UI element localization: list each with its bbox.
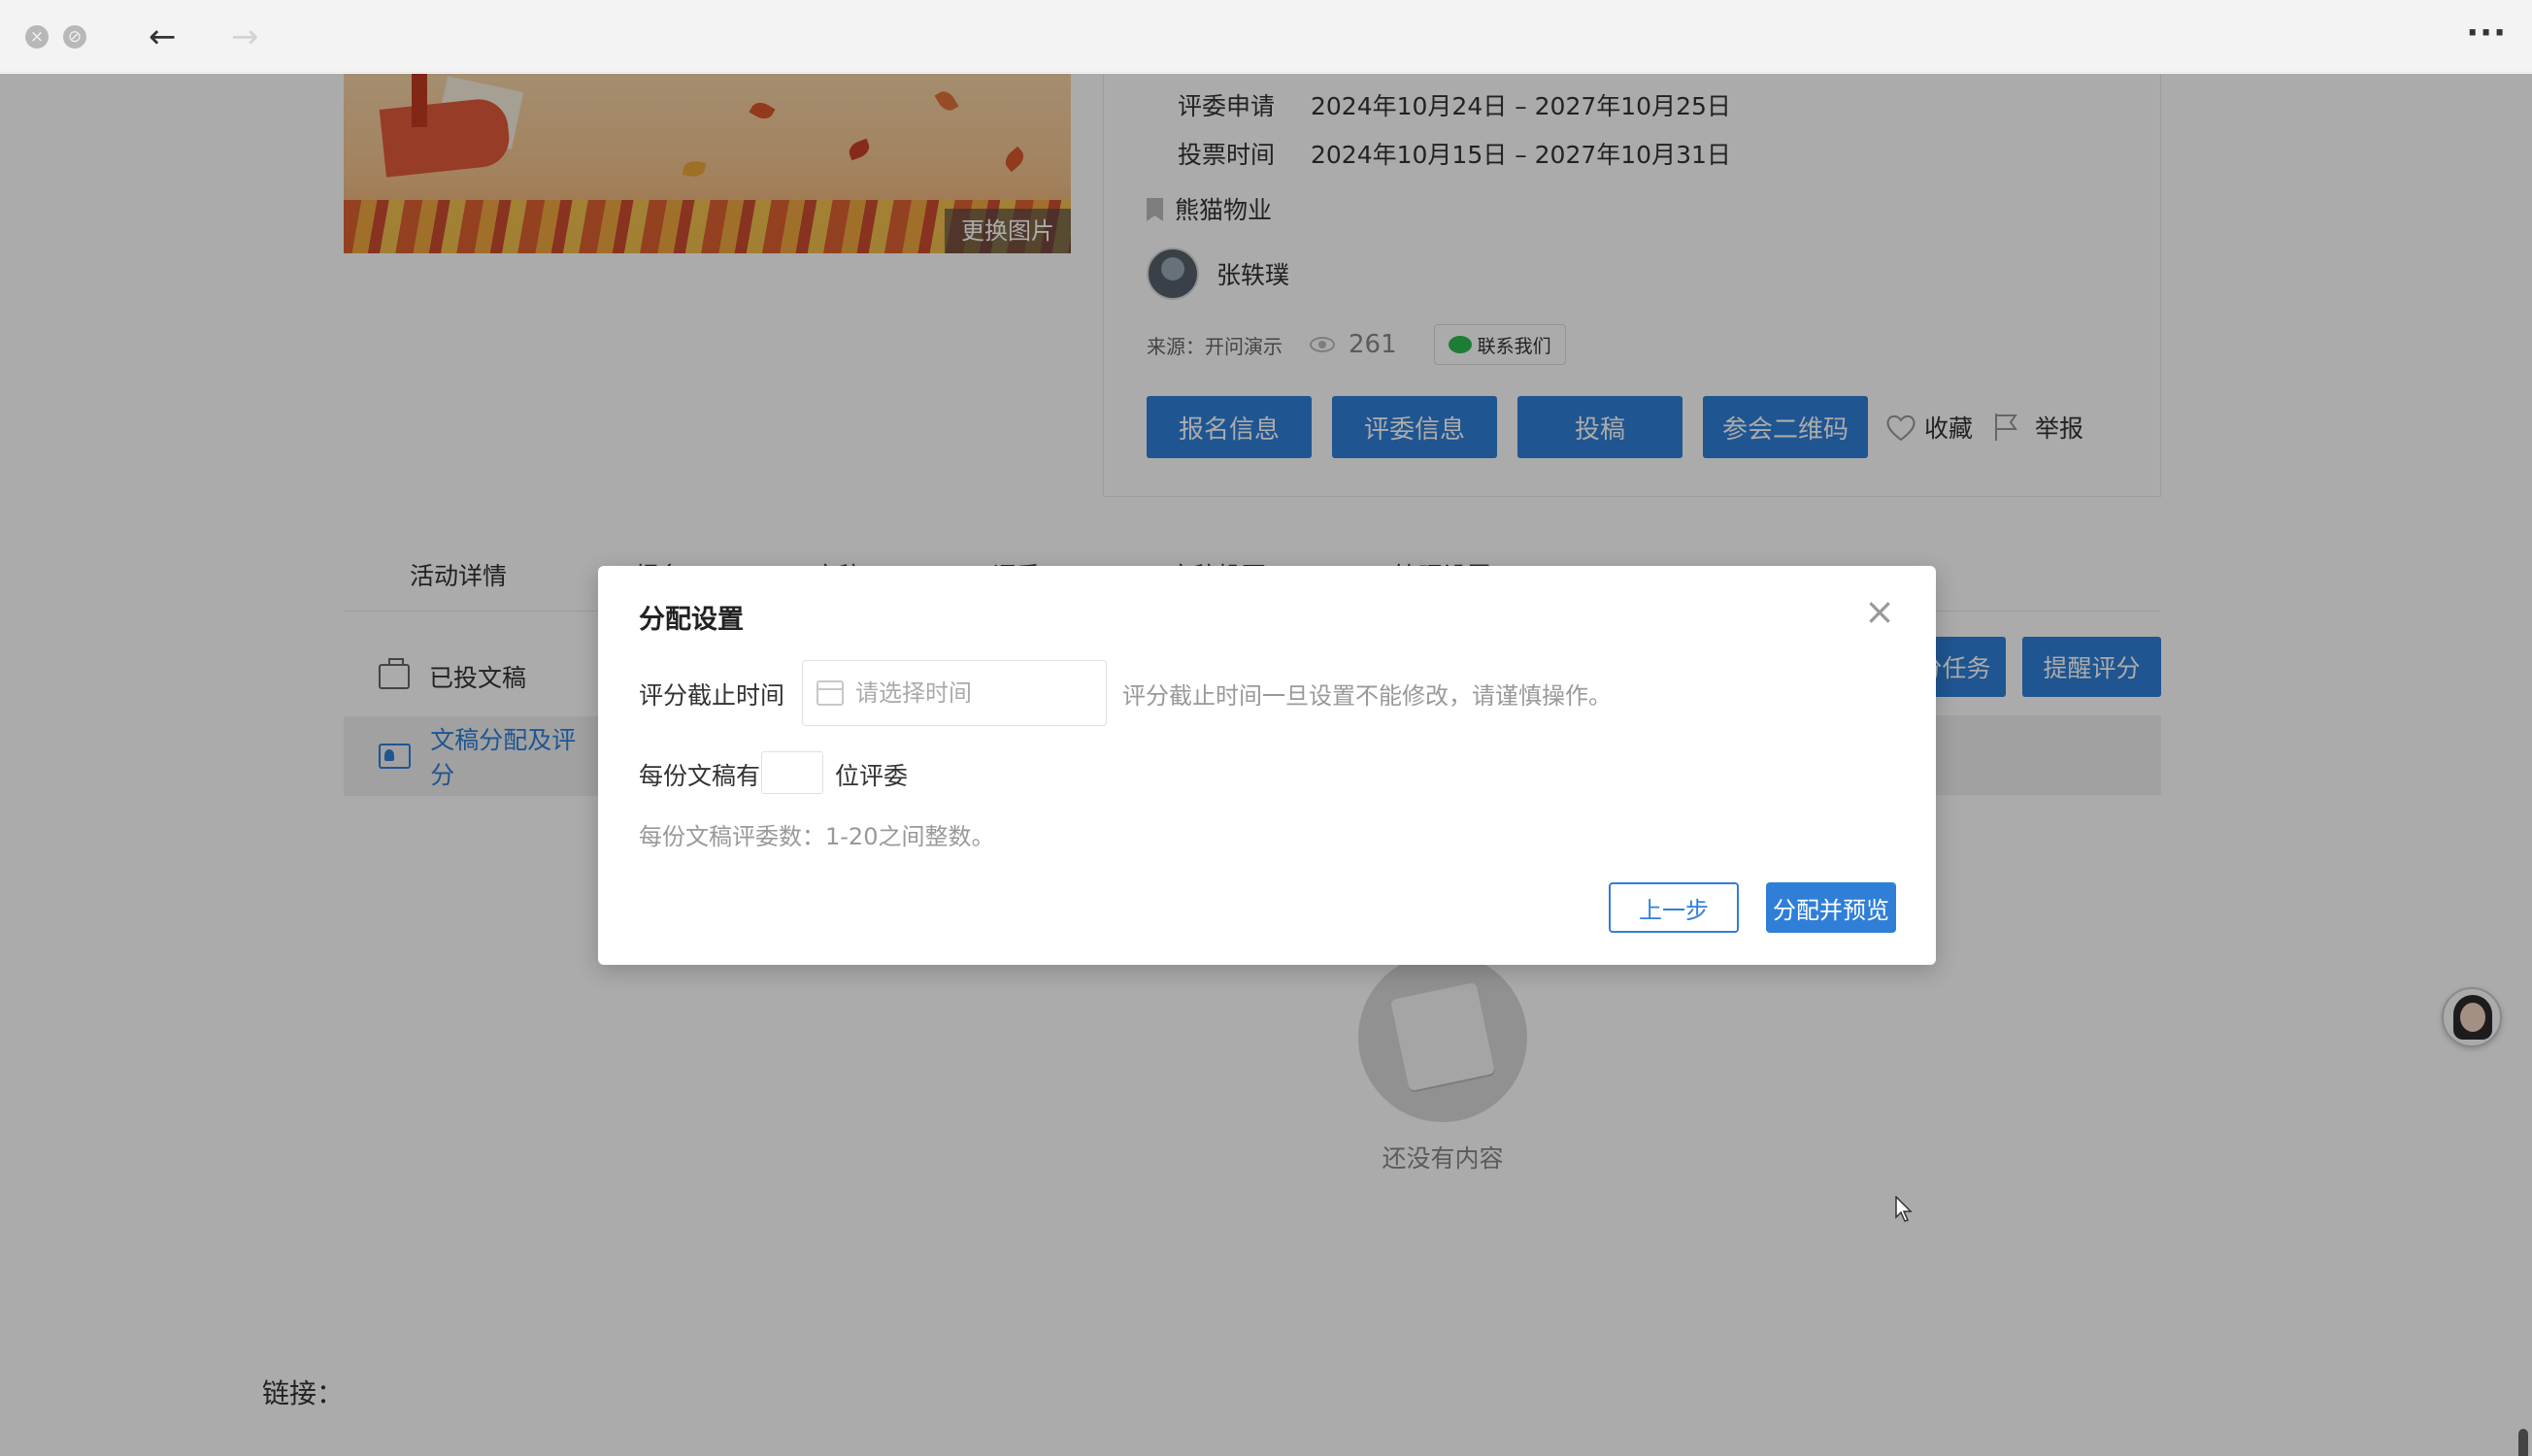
deadline-input[interactable] — [855, 679, 1098, 707]
judges-per-document-input[interactable] — [761, 751, 823, 794]
assign-preview-button[interactable]: 分配并预览 — [1766, 882, 1896, 933]
dialog-title: 分配设置 — [639, 605, 744, 635]
calendar-icon — [816, 680, 844, 706]
per-doc-prefix: 每份文稿有 — [639, 762, 761, 790]
mouse-cursor-icon — [1895, 1196, 1913, 1222]
window-close-icon[interactable]: × — [25, 25, 49, 49]
window-minimize-icon[interactable]: ⊘ — [63, 25, 86, 49]
allocation-settings-dialog: 分配设置 × 评分截止时间 评分截止时间一旦设置不能修改，请谨慎操作。 每份文稿… — [598, 566, 1936, 965]
deadline-label: 评分截止时间 — [639, 681, 785, 710]
close-icon[interactable]: × — [1864, 593, 1895, 630]
judge-count-hint: 每份文稿评委数：1-20之间整数。 — [639, 823, 995, 850]
deadline-hint: 评分截止时间一旦设置不能修改，请谨慎操作。 — [1122, 682, 1612, 710]
title-bar: × ⊘ ← → ··· — [0, 0, 2532, 73]
more-options-icon[interactable]: ··· — [2466, 14, 2507, 52]
deadline-date-picker[interactable] — [802, 660, 1107, 726]
previous-step-button[interactable]: 上一步 — [1609, 882, 1739, 933]
forward-arrow-icon[interactable]: → — [231, 17, 259, 56]
per-doc-suffix: 位评委 — [835, 762, 909, 790]
back-arrow-icon[interactable]: ← — [149, 17, 177, 56]
